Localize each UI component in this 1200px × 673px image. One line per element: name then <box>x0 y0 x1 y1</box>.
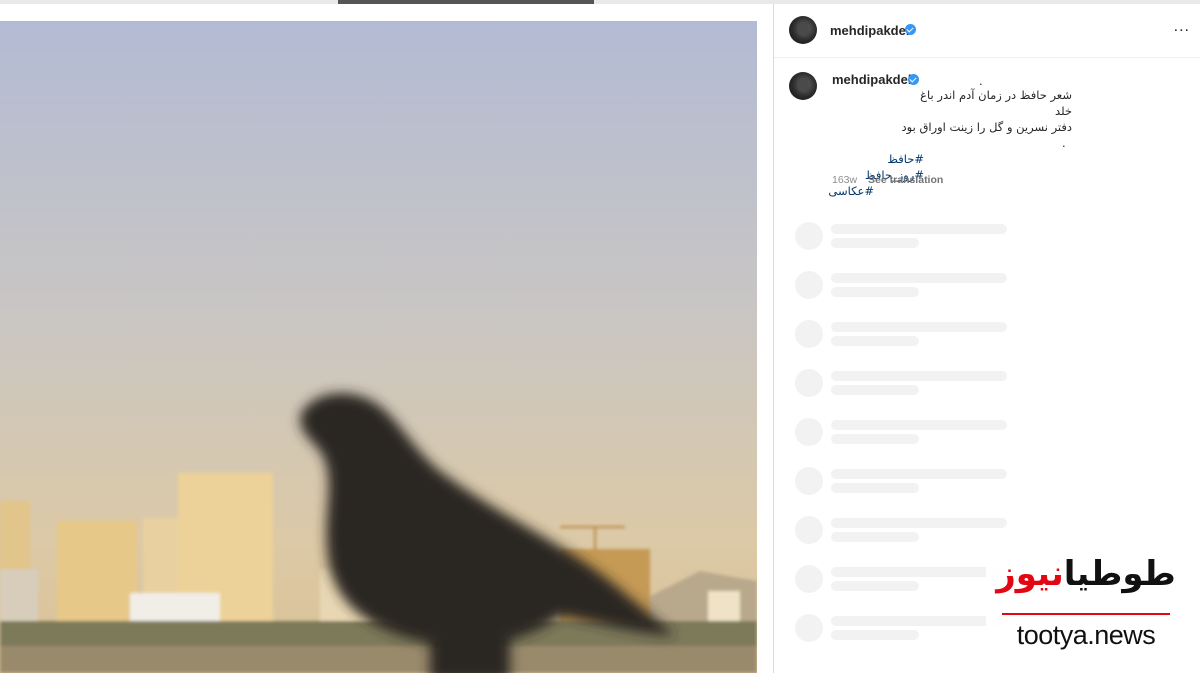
post-time-ago[interactable]: 163w <box>832 174 857 186</box>
see-translation-link[interactable]: See translation <box>868 174 943 186</box>
caption-verified-badge-icon <box>908 74 919 85</box>
scrollbar-thumb[interactable] <box>338 0 594 4</box>
author-username[interactable]: mehdipakdel <box>830 23 909 38</box>
comment-placeholder <box>795 467 1015 497</box>
post-header: mehdipakdel ... <box>774 4 1200 58</box>
more-options-icon[interactable]: ... <box>1174 18 1190 36</box>
caption-username[interactable]: mehdipakdel <box>832 72 911 87</box>
watermark-rule <box>1002 613 1170 615</box>
caption-line-1: شعر حافظ در زمان آدم اندر باغ خلد <box>920 88 1072 118</box>
comment-placeholder <box>795 565 1015 595</box>
caption-dot: . <box>979 73 983 88</box>
comment-placeholder <box>795 320 1015 350</box>
comment-placeholder <box>795 418 1015 448</box>
post-meta: 163w See translation <box>832 174 943 186</box>
watermark-persian-logo: طوطیانیوز <box>996 554 1177 594</box>
comment-placeholder <box>795 271 1015 301</box>
caption-line-2: دفتر نسرین و گل را زینت اوراق بود <box>901 120 1072 134</box>
comment-placeholder <box>795 516 1015 546</box>
comment-placeholder <box>795 614 1015 644</box>
watermark-domain: tootya.news <box>1016 620 1156 650</box>
comment-placeholder <box>795 222 1015 252</box>
tootya-news-watermark: طوطیانیوز tootya.news <box>986 548 1186 658</box>
post-photo[interactable] <box>0 21 757 673</box>
verified-badge-icon <box>905 24 916 35</box>
photo-image <box>0 21 757 673</box>
caption-line-3: . <box>1062 136 1066 150</box>
author-avatar[interactable] <box>789 16 817 44</box>
comment-placeholder <box>795 369 1015 399</box>
caption-avatar[interactable] <box>789 72 817 100</box>
